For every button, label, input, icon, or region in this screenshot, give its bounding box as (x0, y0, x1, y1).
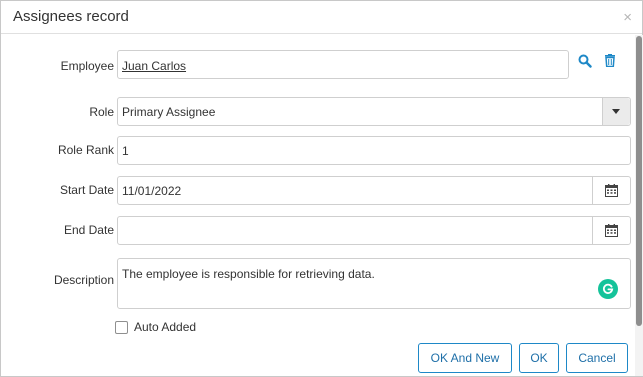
calendar-button[interactable] (592, 217, 630, 244)
role-rank-input[interactable]: 1 (117, 136, 631, 165)
trash-icon[interactable] (604, 54, 616, 72)
start-date-value: 11/01/2022 (122, 184, 182, 198)
dialog-title: Assignees record (13, 8, 129, 25)
end-date-input[interactable] (117, 216, 631, 245)
grammarly-icon[interactable] (598, 279, 618, 299)
close-icon[interactable]: × (623, 10, 632, 25)
role-rank-label: Role Rank (57, 143, 114, 157)
employee-link[interactable]: Juan Carlos (122, 59, 186, 73)
description-value: The employee is responsible for retrievi… (122, 267, 375, 281)
chevron-down-icon[interactable] (602, 98, 630, 125)
role-rank-value: 1 (122, 144, 129, 158)
end-date-label: End Date (63, 223, 114, 237)
start-date-label: Start Date (59, 183, 114, 197)
calendar-button[interactable] (592, 177, 630, 204)
assignees-dialog: Assignees record × Employee Juan Carlos … (0, 0, 643, 377)
dialog-titlebar: Assignees record × (1, 1, 642, 34)
employee-label: Employee (60, 59, 114, 73)
role-selected-value: Primary Assignee (122, 105, 216, 119)
description-textarea[interactable]: The employee is responsible for retrievi… (117, 258, 631, 309)
scrollbar-thumb[interactable] (636, 36, 642, 326)
start-date-input[interactable]: 11/01/2022 (117, 176, 631, 205)
calendar-icon (605, 224, 618, 237)
scrollbar[interactable] (635, 35, 643, 376)
role-label: Role (89, 105, 114, 119)
ok-button[interactable]: OK (519, 343, 559, 373)
description-label: Description (53, 273, 114, 287)
role-select[interactable]: Primary Assignee (117, 97, 631, 126)
ok-and-new-button[interactable]: OK And New (418, 343, 512, 373)
employee-field[interactable]: Juan Carlos (117, 50, 569, 79)
cancel-button[interactable]: Cancel (566, 343, 628, 373)
auto-added-checkbox[interactable] (115, 321, 128, 334)
search-icon[interactable] (578, 54, 592, 73)
calendar-icon (605, 184, 618, 197)
auto-added-label: Auto Added (134, 320, 197, 334)
